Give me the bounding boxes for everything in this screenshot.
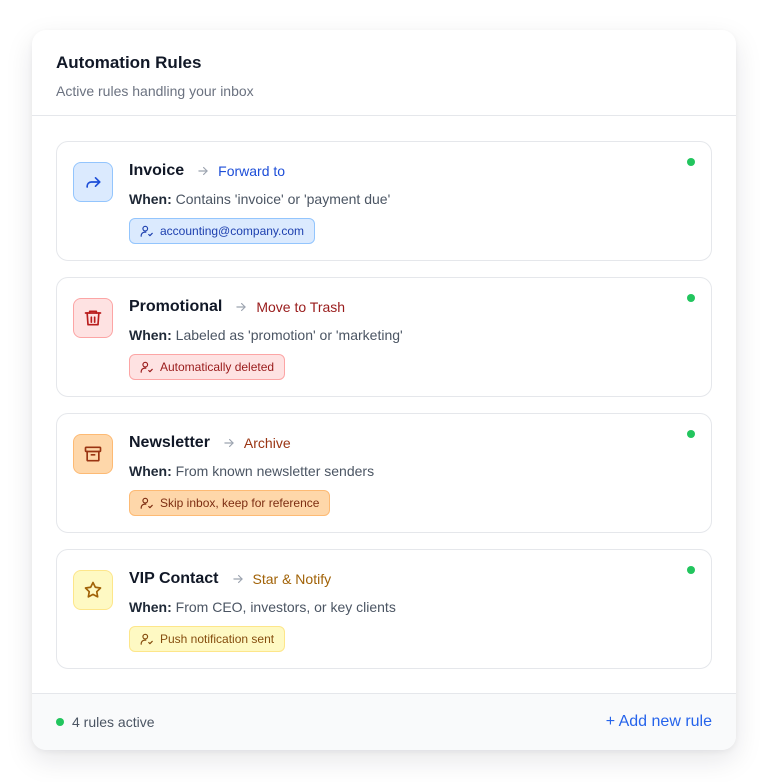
active-status-dot — [687, 158, 695, 166]
arrow-right-icon — [196, 164, 210, 178]
active-status-dot — [56, 718, 64, 726]
rule-target-text: Automatically deleted — [160, 360, 275, 374]
active-status-dot — [687, 294, 695, 302]
card-footer: 4 rules active + Add new rule — [32, 693, 736, 750]
rule-condition: When: Contains 'invoice' or 'payment due… — [129, 190, 671, 208]
rule-body: VIP Contact Star & Notify When: From CEO… — [129, 568, 671, 652]
rule-target-badge: Automatically deleted — [129, 354, 286, 380]
rule-name: VIP Contact — [129, 570, 219, 587]
star-icon — [73, 570, 113, 610]
rules-active-count: 4 rules active — [72, 714, 155, 730]
add-new-rule-button[interactable]: + Add new rule — [606, 713, 712, 731]
rule-condition-text: Labeled as 'promotion' or 'marketing' — [175, 327, 403, 343]
rule-card-newsletter[interactable]: Newsletter Archive When: From known news… — [56, 413, 712, 533]
rule-card-vip-contact[interactable]: VIP Contact Star & Notify When: From CEO… — [56, 549, 712, 669]
rule-action: Star & Notify — [252, 571, 332, 587]
page-subtitle: Active rules handling your inbox — [56, 83, 254, 99]
rule-target-text: Push notification sent — [160, 632, 275, 646]
rule-action: Forward to — [218, 163, 286, 179]
arrow-right-icon — [222, 436, 236, 450]
rule-target-badge: Skip inbox, keep for reference — [129, 490, 331, 516]
arrow-right-icon — [231, 572, 245, 586]
rule-target-badge: Push notification sent — [129, 626, 286, 652]
rule-condition-label: When: — [129, 191, 172, 207]
rule-body: Invoice Forward to When: Contains 'invoi… — [129, 160, 671, 244]
forward-arrow-icon — [73, 162, 113, 202]
rule-body: Promotional Move to Trash When: Labeled … — [129, 296, 671, 380]
arrow-right-icon — [234, 300, 248, 314]
rule-head: Newsletter Archive — [129, 432, 671, 454]
active-status-dot — [687, 430, 695, 438]
rule-target-text: accounting@company.com — [160, 224, 305, 238]
rule-condition: When: Labeled as 'promotion' or 'marketi… — [129, 326, 671, 344]
rule-target-badge: accounting@company.com — [129, 218, 316, 244]
rule-name: Newsletter — [129, 434, 210, 451]
rule-name: Promotional — [129, 298, 223, 315]
rule-condition-text: From known newsletter senders — [175, 463, 375, 479]
card-header: Automation Rules Active rules handling y… — [32, 30, 736, 116]
rules-list: Invoice Forward to When: Contains 'invoi… — [32, 116, 736, 669]
user-check-icon — [140, 225, 153, 237]
rule-head: Promotional Move to Trash — [129, 296, 671, 318]
rule-condition-label: When: — [129, 463, 172, 479]
rule-condition-text: Contains 'invoice' or 'payment due' — [175, 191, 391, 207]
rule-card-invoice[interactable]: Invoice Forward to When: Contains 'invoi… — [56, 141, 712, 261]
archive-box-icon — [73, 434, 113, 474]
user-check-icon — [140, 497, 153, 509]
active-status-dot — [687, 566, 695, 574]
page-title: Automation Rules — [56, 53, 202, 72]
rule-condition-label: When: — [129, 599, 172, 615]
rule-condition: When: From CEO, investors, or key client… — [129, 598, 671, 616]
rule-target-text: Skip inbox, keep for reference — [160, 496, 320, 510]
rule-condition: When: From known newsletter senders — [129, 462, 671, 480]
user-check-icon — [140, 633, 153, 645]
rule-condition-label: When: — [129, 327, 172, 343]
rule-action: Move to Trash — [256, 299, 346, 315]
rule-head: VIP Contact Star & Notify — [129, 568, 671, 590]
rule-action: Archive — [243, 435, 291, 451]
rule-body: Newsletter Archive When: From known news… — [129, 432, 671, 516]
rule-card-promotional[interactable]: Promotional Move to Trash When: Labeled … — [56, 277, 712, 397]
rule-head: Invoice Forward to — [129, 160, 671, 182]
trash-icon — [73, 298, 113, 338]
rule-name: Invoice — [129, 162, 185, 179]
user-check-icon — [140, 361, 153, 373]
rules-active-status: 4 rules active — [56, 714, 154, 730]
rule-condition-text: From CEO, investors, or key clients — [175, 599, 396, 615]
automation-rules-card: Automation Rules Active rules handling y… — [32, 30, 736, 750]
